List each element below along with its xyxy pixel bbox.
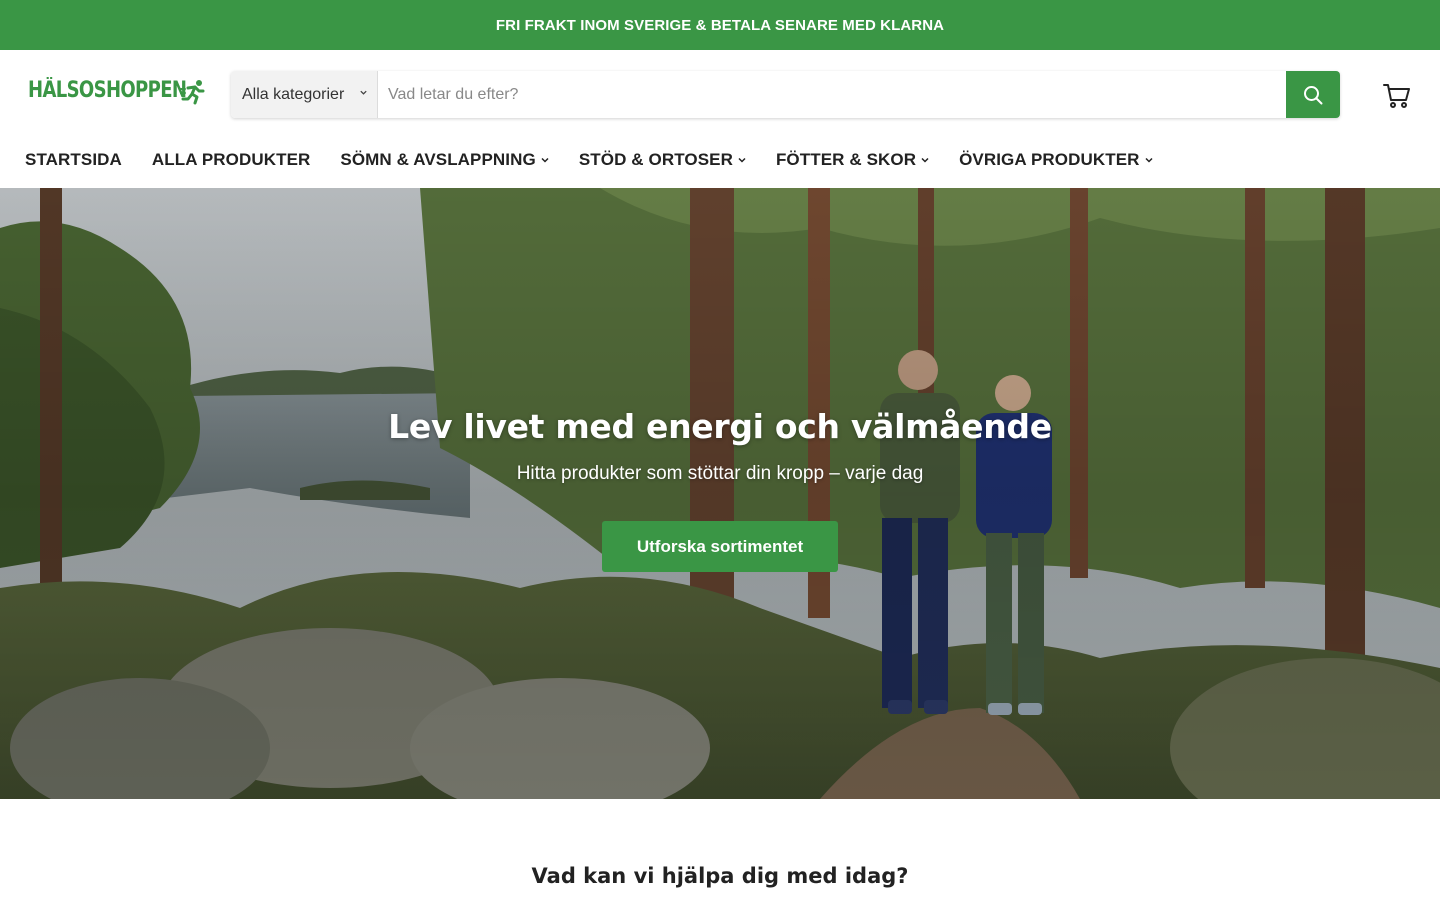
category-select[interactable]: Alla kategorier bbox=[231, 71, 378, 118]
nav-item-label: ALLA PRODUKTER bbox=[151, 150, 311, 169]
chevron-down-icon bbox=[738, 157, 746, 163]
category-select-label: Alla kategorier bbox=[242, 85, 345, 103]
logo-text: HÄLSOSHOPPEN bbox=[28, 78, 187, 103]
chevron-down-icon bbox=[1145, 157, 1153, 163]
explore-assortment-button[interactable]: Utforska sortimentet bbox=[602, 521, 838, 572]
hero-subtitle: Hitta produkter som stöttar din kropp – … bbox=[516, 463, 924, 484]
runner-icon bbox=[180, 80, 205, 105]
cart-button[interactable] bbox=[1383, 83, 1411, 109]
announcement-text: FRI FRAKT INOM SVERIGE & BETALA SENARE M… bbox=[495, 16, 945, 34]
nav-item-label: SÖMN & AVSLAPPNING bbox=[340, 150, 536, 169]
cart-icon bbox=[1383, 84, 1410, 108]
nav-item-stod-ortoser[interactable]: STÖD & ORTOSER bbox=[579, 150, 746, 170]
main-nav: STARTSIDA ALLA PRODUKTER SÖMN & AVSLAPPN… bbox=[25, 148, 1183, 172]
nav-item-startsida[interactable]: STARTSIDA bbox=[25, 150, 122, 170]
search-icon bbox=[1304, 85, 1323, 104]
chevron-down-icon bbox=[921, 157, 929, 163]
chevron-down-icon bbox=[541, 157, 549, 163]
nav-item-label: STARTSIDA bbox=[25, 150, 122, 169]
nav-item-label: FÖTTER & SKOR bbox=[775, 150, 917, 169]
search-input[interactable] bbox=[378, 71, 1286, 118]
hero-image bbox=[0, 188, 1440, 799]
nav-item-somn-avslappning[interactable]: SÖMN & AVSLAPPNING bbox=[340, 150, 549, 170]
chevron-down-icon bbox=[360, 90, 367, 95]
nav-item-label: ÖVRIGA PRODUKTER bbox=[959, 150, 1140, 169]
search-bar: Alla kategorier bbox=[231, 71, 1340, 118]
site-header: HÄLSOSHOPPEN Alla kategorier Vad letar d… bbox=[0, 50, 1440, 188]
search-button[interactable] bbox=[1286, 71, 1340, 118]
nav-item-fotter-skor[interactable]: FÖTTER & SKOR bbox=[776, 150, 929, 170]
section-title: Vad kan vi hjälpa dig med idag? bbox=[531, 864, 909, 888]
announcement-bar: FRI FRAKT INOM SVERIGE & BETALA SENARE M… bbox=[0, 0, 1440, 50]
nav-item-alla-produkter[interactable]: ALLA PRODUKTER bbox=[152, 150, 310, 170]
hero-banner: Lev livet med energi och välmående Hitta… bbox=[0, 188, 1440, 799]
nav-item-ovriga-produkter[interactable]: ÖVRIGA PRODUKTER bbox=[959, 150, 1153, 170]
nav-item-label: STÖD & ORTOSER bbox=[578, 150, 733, 169]
logo[interactable]: HÄLSOSHOPPEN bbox=[28, 78, 221, 105]
hero-title: Lev livet med energi och välmående bbox=[388, 407, 1052, 446]
